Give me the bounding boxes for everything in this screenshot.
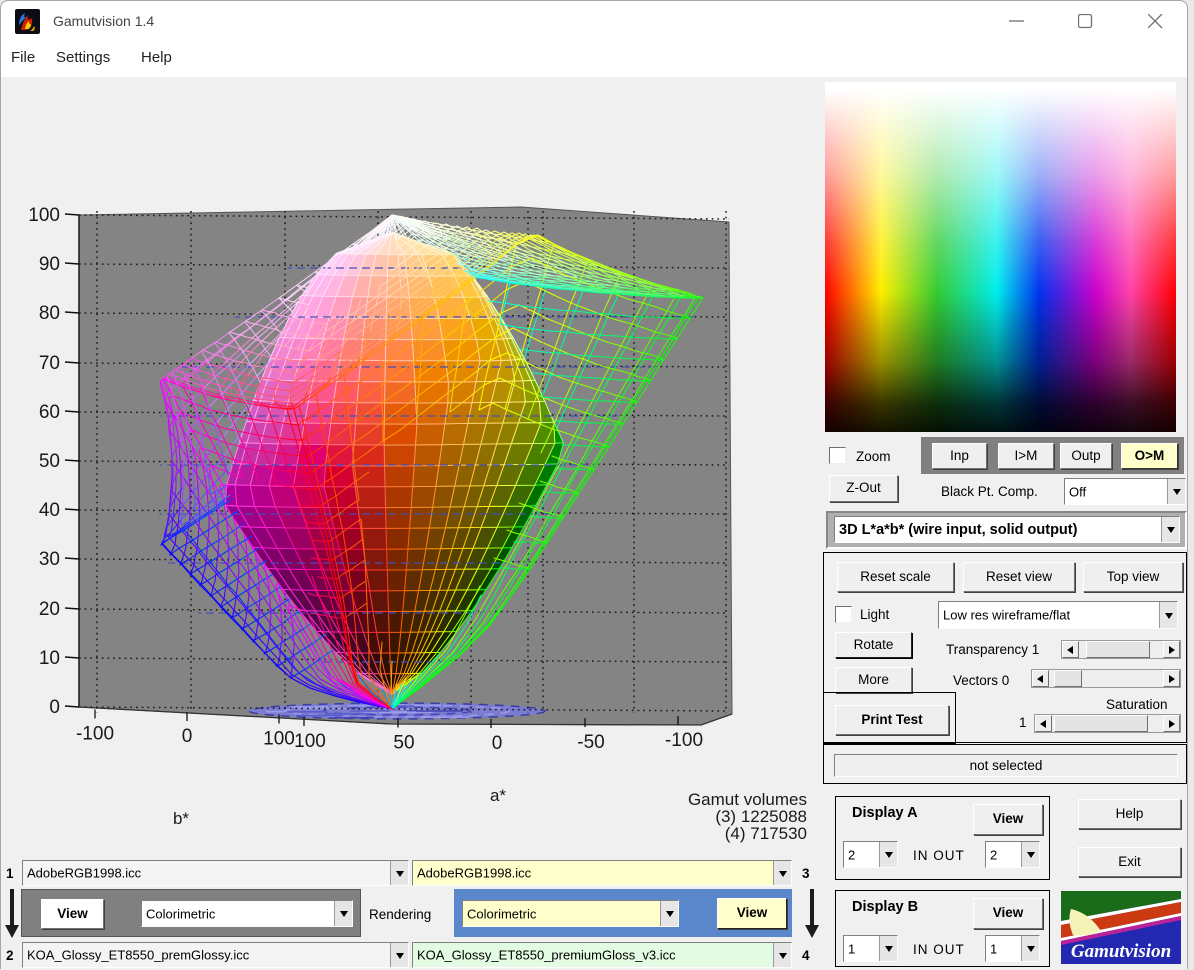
svg-text:70: 70 (39, 353, 60, 374)
svg-text:40: 40 (39, 500, 60, 521)
svg-text:50: 50 (393, 733, 414, 754)
svg-text:-100: -100 (665, 730, 703, 751)
svg-text:10: 10 (39, 648, 60, 669)
svg-text:80: 80 (39, 303, 60, 324)
svg-text:0: 0 (49, 697, 60, 718)
svg-text:-50: -50 (577, 732, 604, 753)
svg-text:Gamutvision: Gamutvision (1071, 941, 1171, 962)
svg-text:b*: b* (173, 809, 189, 828)
svg-text:100: 100 (28, 205, 60, 226)
svg-text:(4) 717530: (4) 717530 (725, 824, 807, 843)
svg-text:0: 0 (182, 726, 193, 747)
svg-text:100: 100 (263, 729, 295, 750)
svg-text:90: 90 (39, 254, 60, 275)
svg-text:50: 50 (39, 451, 60, 472)
svg-text:60: 60 (39, 402, 60, 423)
svg-text:20: 20 (39, 599, 60, 620)
svg-text:0: 0 (492, 733, 503, 754)
svg-text:30: 30 (39, 549, 60, 570)
svg-text:a*: a* (490, 786, 506, 805)
svg-text:-100: -100 (76, 724, 114, 745)
svg-text:100: 100 (294, 731, 326, 752)
